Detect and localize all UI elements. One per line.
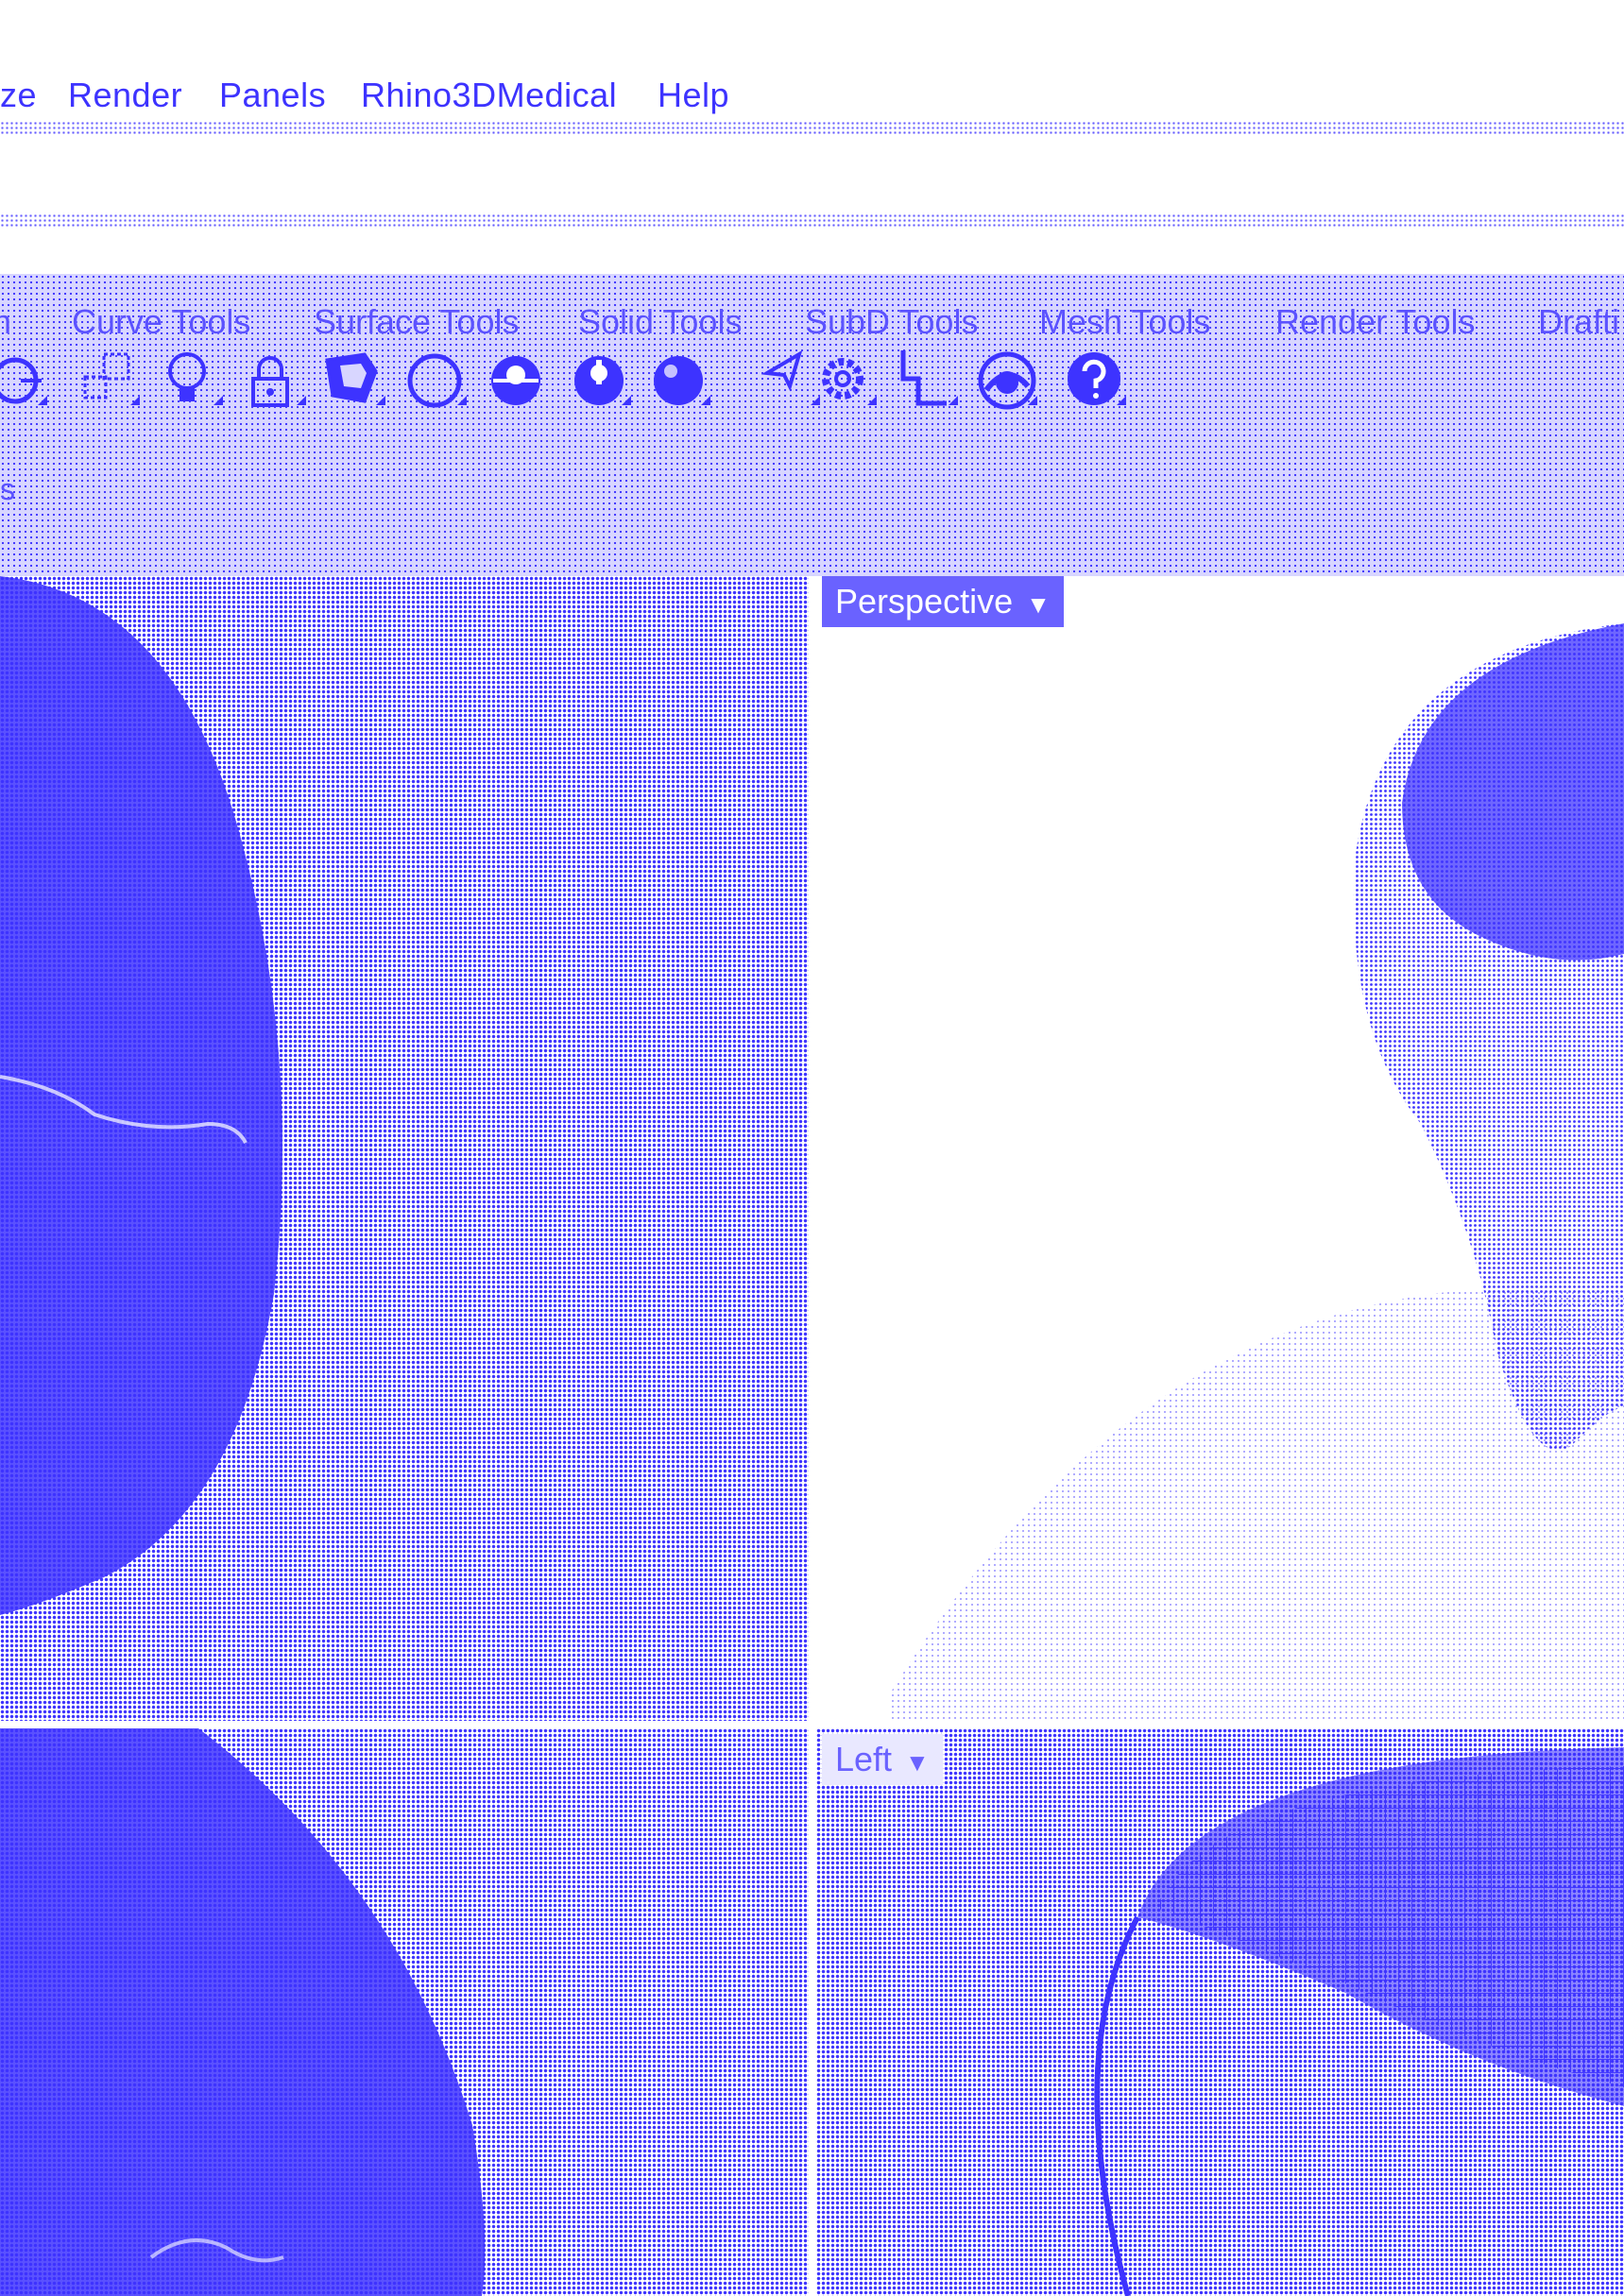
skull-left-view — [1094, 1747, 1624, 2296]
menu-item-panels[interactable]: Panels — [219, 76, 326, 115]
skull-top-view — [0, 576, 282, 1615]
viewport-title-left[interactable]: Left ▼ — [822, 1734, 943, 1785]
viewport-left[interactable]: Left ▼ — [816, 1728, 1624, 2296]
rhino-window: ze Render Panels Rhino3DMedical Help n C… — [0, 0, 1624, 2296]
viewport-top[interactable] — [0, 576, 809, 1721]
tab-subd-tools[interactable]: SubD Tools — [805, 302, 978, 342]
command-area[interactable] — [0, 142, 1624, 217]
tab-surface-tools[interactable]: Surface Tools — [314, 302, 519, 342]
help-icon[interactable] — [1062, 345, 1136, 420]
tab-mesh-tools[interactable]: Mesh Tools — [1039, 302, 1210, 342]
cut-sphere-icon[interactable] — [567, 345, 641, 420]
viewport-front[interactable] — [0, 1728, 809, 2296]
gear-icon[interactable] — [812, 345, 886, 420]
dimension-icon[interactable] — [894, 345, 967, 420]
tab-drafting[interactable]: Drafti — [1538, 302, 1619, 342]
menu-divider — [0, 121, 1624, 134]
scale-object-icon[interactable] — [76, 345, 149, 420]
viewport-title-label: Perspective — [835, 582, 1014, 621]
viewport-splitter-vertical[interactable] — [809, 576, 816, 2296]
menu-item-render[interactable]: Render — [68, 76, 182, 115]
toolbar-row-label: s — [0, 472, 15, 506]
globe-icon[interactable] — [973, 345, 1047, 420]
rendered-sphere-icon[interactable] — [484, 345, 557, 420]
viewport-perspective[interactable]: Perspective ▼ — [816, 576, 1624, 1721]
viewport-splitter-horizontal[interactable] — [0, 1721, 1624, 1728]
viewport-title-perspective[interactable]: Perspective ▼ — [822, 576, 1064, 627]
skull-perspective-view — [892, 623, 1624, 1721]
skull-front-view — [0, 1728, 486, 2296]
tab-render-tools[interactable]: Render Tools — [1275, 302, 1475, 342]
light-bulb-icon[interactable] — [159, 345, 232, 420]
wireframe-sphere-icon[interactable] — [402, 345, 476, 420]
move-object-icon[interactable] — [0, 345, 57, 420]
chevron-down-icon[interactable]: ▼ — [905, 1748, 930, 1777]
menu-item-rhino3dmedical[interactable]: Rhino3DMedical — [361, 76, 617, 115]
menu-item-help[interactable]: Help — [658, 76, 729, 115]
toolbar-row — [0, 345, 1624, 439]
tab-partial[interactable]: n — [0, 302, 11, 342]
menu-item-analyze[interactable]: ze — [0, 76, 37, 115]
tab-curve-tools[interactable]: Curve Tools — [72, 302, 250, 342]
lock-icon[interactable] — [242, 345, 316, 420]
shaded-shield-icon[interactable] — [321, 345, 395, 420]
command-divider — [0, 213, 1624, 227]
chevron-down-icon[interactable]: ▼ — [1026, 590, 1051, 620]
viewport-title-label: Left — [835, 1740, 893, 1778]
solid-sphere-icon[interactable] — [646, 345, 720, 420]
ribbon: n Curve Tools Surface Tools Solid Tools … — [0, 274, 1624, 576]
tab-solid-tools[interactable]: Solid Tools — [578, 302, 742, 342]
